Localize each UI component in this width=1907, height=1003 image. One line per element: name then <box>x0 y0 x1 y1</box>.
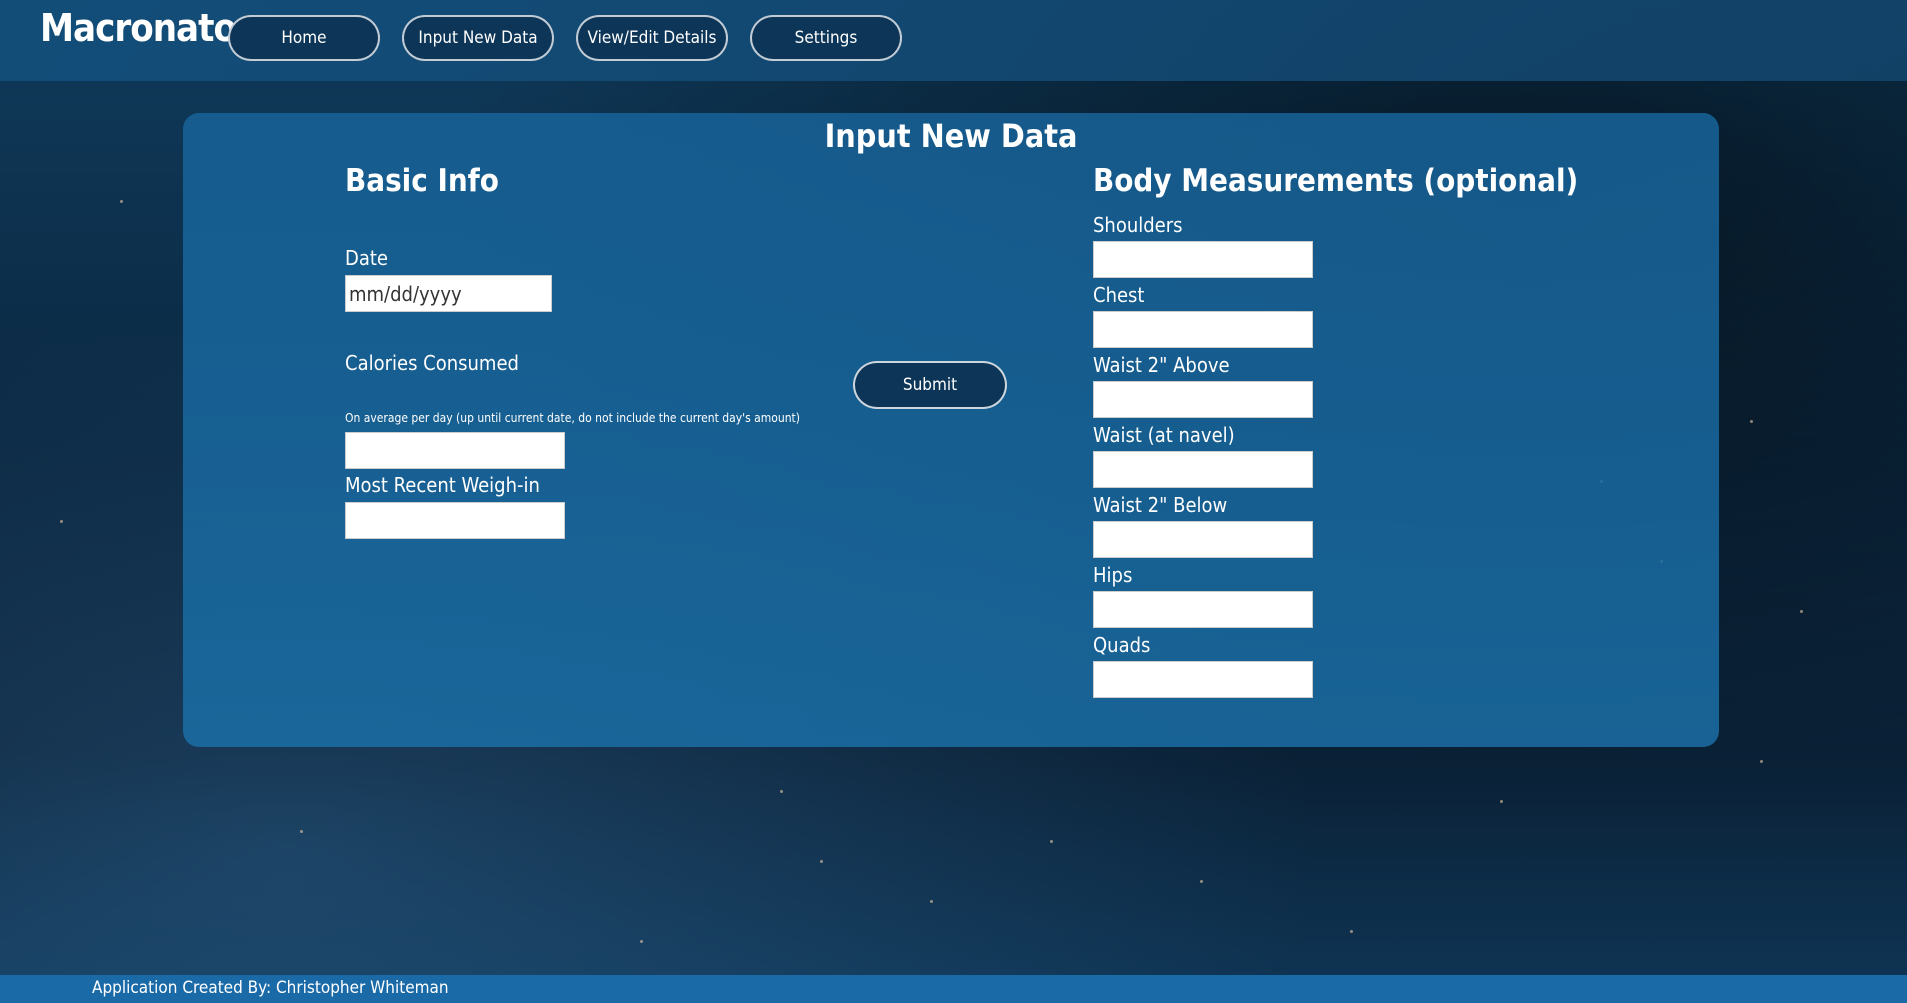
waist-below-input[interactable] <box>1093 521 1313 558</box>
date-placeholder: mm/dd/yyyy <box>349 281 462 306</box>
calories-help-text: On average per day (up until current dat… <box>345 411 801 425</box>
shoulders-input[interactable] <box>1093 241 1313 278</box>
body-measurements-heading: Body Measurements (optional) <box>1093 163 1579 199</box>
nav-view-edit-details-button[interactable]: View/Edit Details <box>576 15 728 61</box>
hips-input[interactable] <box>1093 591 1313 628</box>
footer: Application Created By: Christopher Whit… <box>0 975 1907 1003</box>
input-data-card: Input New Data Basic Info Date mm/dd/yyy… <box>183 113 1719 747</box>
footer-credit: Application Created By: Christopher Whit… <box>92 978 449 998</box>
shoulders-label: Shoulders <box>1093 213 1183 237</box>
quads-input[interactable] <box>1093 661 1313 698</box>
weigh-in-input[interactable] <box>345 502 565 539</box>
waist-above-label: Waist 2" Above <box>1093 353 1230 377</box>
waist-above-input[interactable] <box>1093 381 1313 418</box>
waist-navel-label: Waist (at navel) <box>1093 423 1235 447</box>
nav-home-button[interactable]: Home <box>228 15 380 61</box>
quads-label: Quads <box>1093 633 1151 657</box>
app-logo: Macronator <box>40 6 253 50</box>
hips-label: Hips <box>1093 563 1133 587</box>
page-title: Input New Data <box>824 117 1078 155</box>
nav-input-new-data-button[interactable]: Input New Data <box>402 15 554 61</box>
chest-label: Chest <box>1093 283 1145 307</box>
calories-consumed-input[interactable] <box>345 432 565 469</box>
calories-consumed-label: Calories Consumed <box>345 351 519 375</box>
weigh-in-label: Most Recent Weigh-in <box>345 473 540 497</box>
date-label: Date <box>345 246 389 270</box>
waist-navel-input[interactable] <box>1093 451 1313 488</box>
basic-info-heading: Basic Info <box>345 163 499 199</box>
waist-below-label: Waist 2" Below <box>1093 493 1228 517</box>
nav-settings-button[interactable]: Settings <box>750 15 902 61</box>
top-navigation-bar: Macronator Home Input New Data View/Edit… <box>0 0 1907 81</box>
submit-button[interactable]: Submit <box>853 361 1007 409</box>
chest-input[interactable] <box>1093 311 1313 348</box>
date-input[interactable]: mm/dd/yyyy <box>345 275 552 312</box>
